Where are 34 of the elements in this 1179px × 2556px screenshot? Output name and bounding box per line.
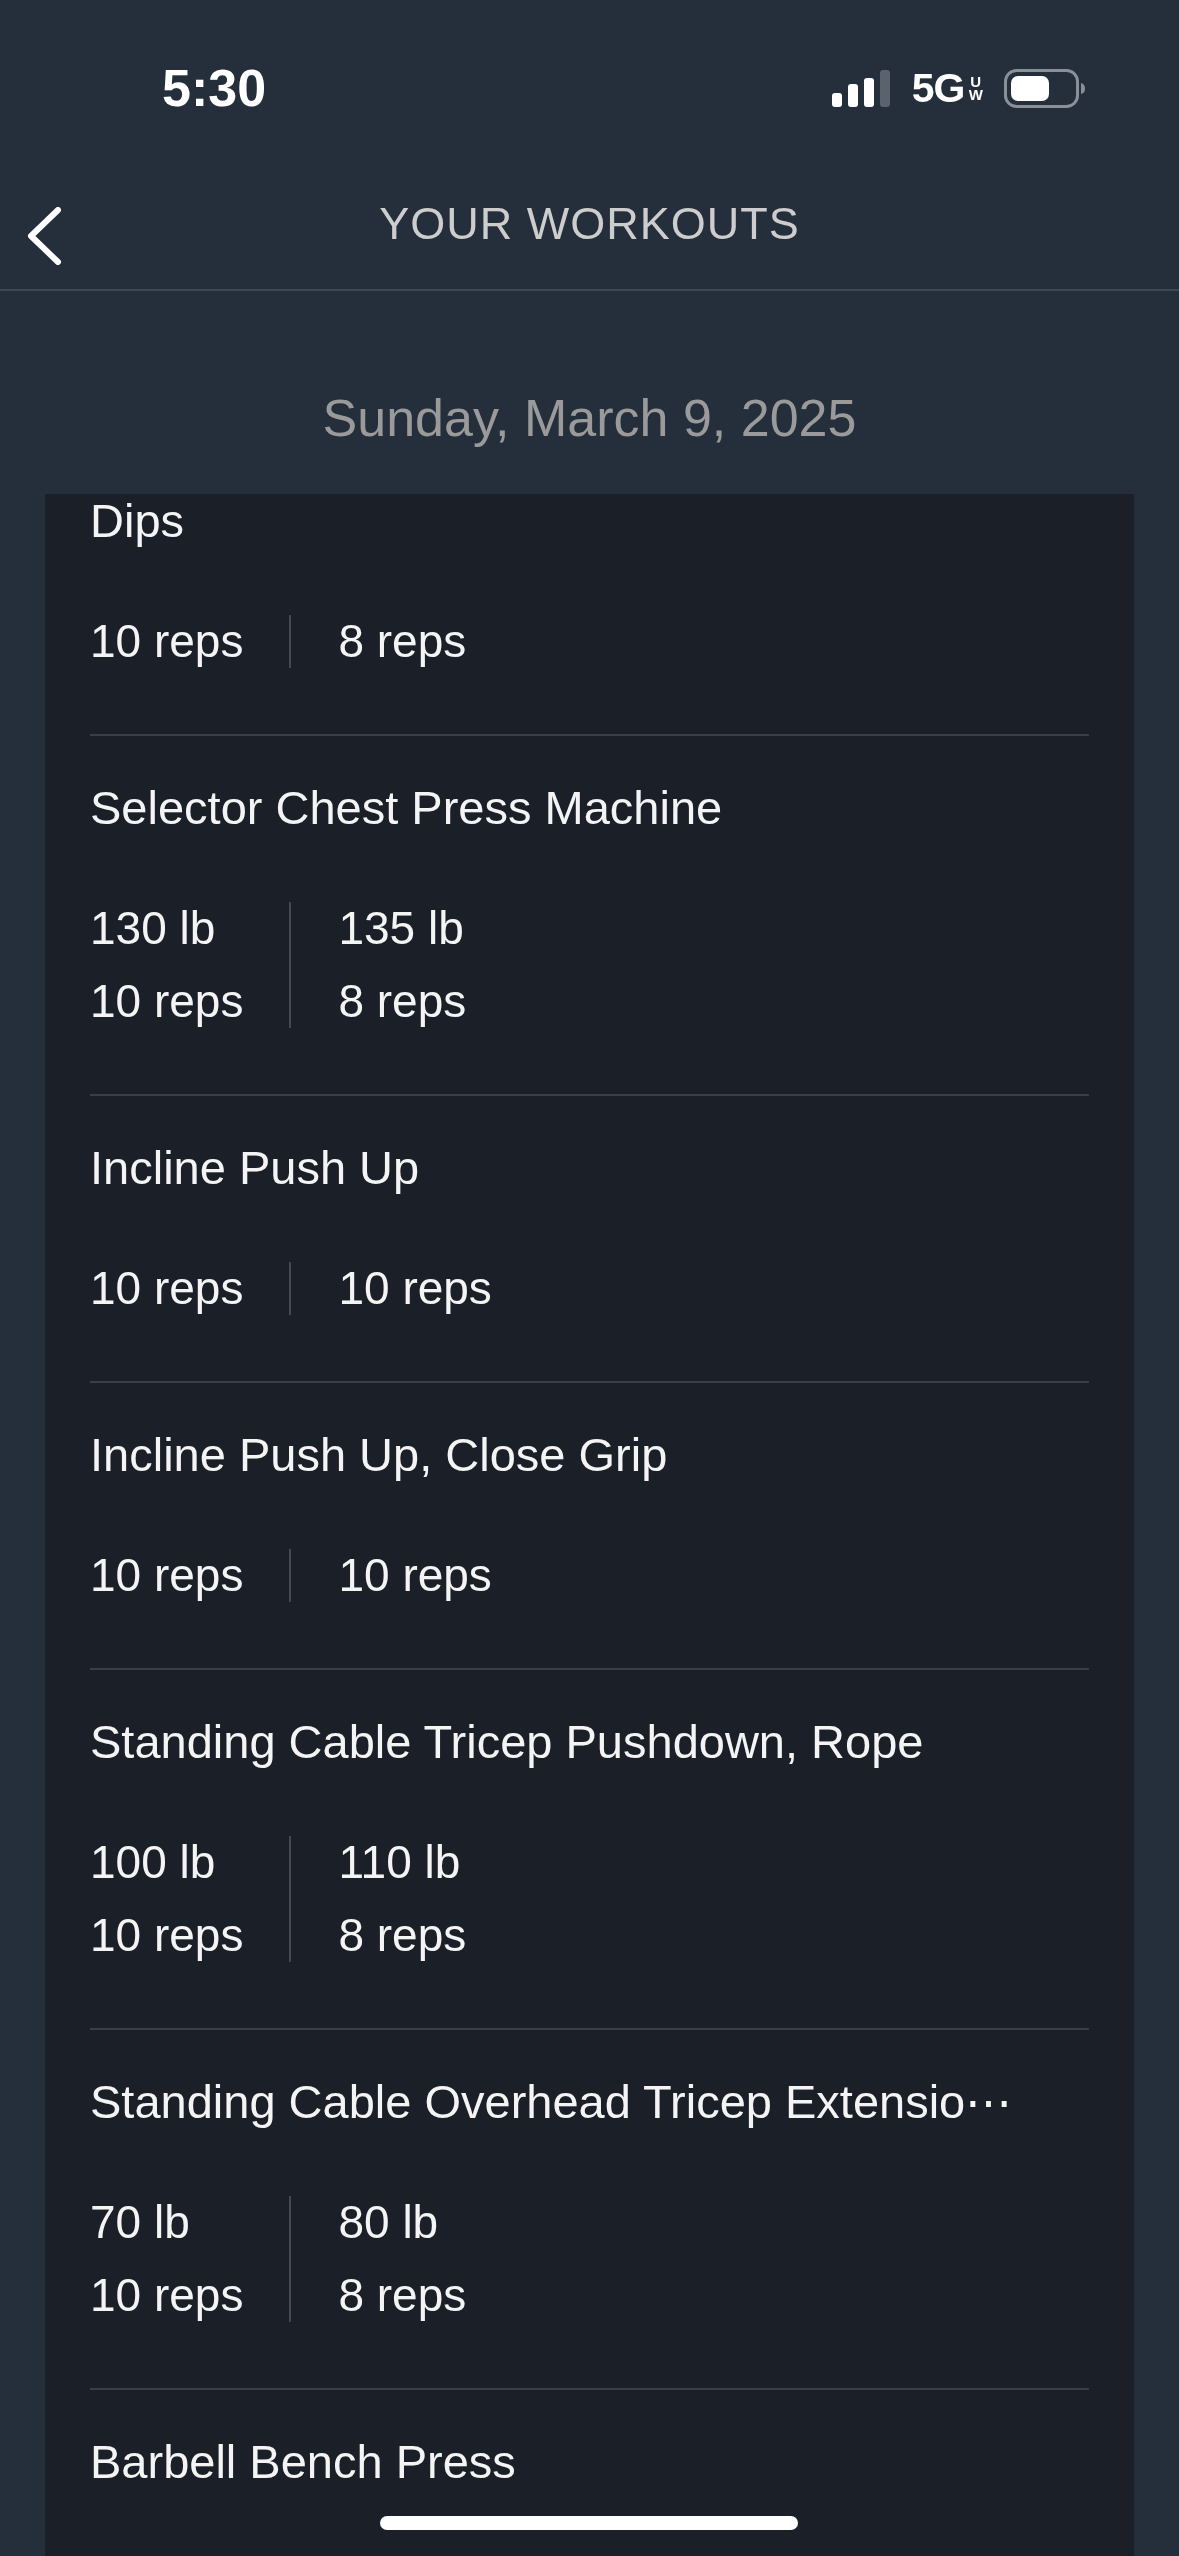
page-title: YOUR WORKOUTS <box>379 197 800 250</box>
set-reps: 8 reps <box>338 974 467 1029</box>
date-heading: Sunday, March 9, 2025 <box>322 388 857 449</box>
network-label: 5G <box>911 66 965 110</box>
set-reps: 10 reps <box>90 614 244 669</box>
exercise-name: Selector Chest Press Machine <box>90 780 723 836</box>
set-reps: 8 reps <box>338 614 467 669</box>
back-button[interactable] <box>26 207 62 265</box>
set-reps: 10 reps <box>90 1548 244 1603</box>
set-reps: 10 reps <box>90 1261 244 1316</box>
set-reps: 8 reps <box>338 1908 467 1963</box>
set-weight: 80 lb <box>338 2195 439 2250</box>
set-reps: 10 reps <box>90 974 244 1029</box>
set-weight: 130 lb <box>90 901 216 956</box>
set-reps: 10 reps <box>338 1548 492 1603</box>
chevron-left-icon <box>26 207 62 265</box>
status-time: 5:30 <box>162 58 267 118</box>
exercise-name: Incline Push Up <box>90 1140 420 1196</box>
set-reps: 10 reps <box>90 2268 244 2323</box>
set-weight: 70 lb <box>90 2195 190 2250</box>
set-reps: 10 reps <box>90 1908 244 1963</box>
exercise-name: Standing Cable Tricep Pushdown, Rope <box>90 1714 924 1770</box>
exercise-name: Barbell Bench Press <box>90 2434 516 2490</box>
set-weight: 110 lb <box>338 1835 461 1890</box>
set-weight: 135 lb <box>338 901 464 956</box>
set-reps: 10 reps <box>338 1261 492 1316</box>
signal-icon <box>831 69 890 107</box>
exercise-name: Incline Push Up, Close Grip <box>90 1427 668 1483</box>
set-reps: 8 reps <box>338 2268 467 2323</box>
battery-icon <box>1004 68 1085 108</box>
set-weight: 100 lb <box>90 1835 216 1890</box>
exercise-name: Dips <box>90 494 185 548</box>
exercise-name: Standing Cable Overhead Tricep Extensio⋯ <box>90 2074 1013 2130</box>
network-band-label: UW <box>967 75 984 101</box>
